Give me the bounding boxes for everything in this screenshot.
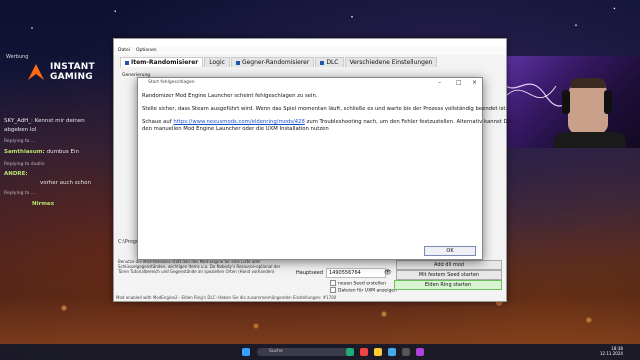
new-seed-checkbox[interactable]: neuen Seed erstellen (330, 280, 386, 287)
chat-message: ANDRE: (4, 171, 28, 177)
tab-label: Item-Randomisierer (131, 59, 199, 66)
tab-icon (125, 60, 129, 65)
chat-message: abgeben lol (4, 127, 36, 133)
ok-button[interactable]: OK (424, 246, 476, 256)
fixed-seed-button[interactable]: Mit festem Seed starten (396, 270, 502, 280)
dialog-text: Schaue auf (142, 119, 174, 125)
uxm-files-checkbox[interactable]: Dateien für UXM anzeigen (330, 287, 397, 294)
dialog-message-1: Randomizer Mod Engine Launcher scheint f… (142, 93, 318, 99)
dialog-text: zum Troubleshooting nach, um den Fehler … (304, 119, 511, 125)
edge-icon[interactable] (388, 348, 396, 356)
close-icon[interactable]: × (472, 78, 477, 88)
windows-taskbar: Suche 18:38 12.11.2024 (0, 344, 640, 360)
eye-icon[interactable]: 👁 (384, 269, 392, 276)
add-dll-mod-button[interactable]: Add dll mod (396, 260, 502, 270)
chat-username: Samthiasum: (4, 149, 47, 155)
chat-text: abgeben lol (4, 127, 37, 133)
tab-enemy-randomizer[interactable]: Gegner-Randomisierer (230, 57, 315, 67)
checkbox-box (330, 280, 336, 286)
game-path-field[interactable]: C:\Progr (118, 239, 138, 245)
checkbox-box (330, 287, 336, 293)
headphone-left-icon (562, 90, 570, 114)
steam-icon[interactable] (402, 348, 410, 356)
dialog-message-2: Stelle sicher, dass Steam ausgeführt wir… (142, 106, 508, 112)
start-elden-ring-button[interactable]: Elden Ring starten (394, 280, 502, 290)
taskbar-search[interactable]: Suche (257, 348, 349, 356)
tab-logic[interactable]: Logic (204, 57, 230, 67)
streamer-hair (570, 78, 606, 88)
clock-date: 12.11.2024 (600, 351, 623, 356)
error-dialog: Start fehlgeschlagen – □ × Randomizer Mo… (137, 77, 511, 260)
checkbox-label: Dateien für UXM anzeigen (338, 288, 397, 294)
description-text: Benutze die Mod-Releases statt den des M… (118, 259, 281, 274)
dialog-titlebar[interactable]: Start fehlgeschlagen – □ × (138, 78, 482, 88)
chat-username: Nirmex (32, 201, 55, 207)
sponsor-name-line2: GAMING (50, 72, 93, 82)
tab-icon (320, 60, 325, 65)
start-icon[interactable] (242, 348, 250, 356)
obs-icon[interactable] (416, 348, 424, 356)
seed-input[interactable]: 1490556764 (326, 268, 386, 278)
window-titlebar[interactable] (114, 39, 506, 47)
menu-options[interactable]: Optionen (136, 47, 157, 55)
seed-label: Hauptseed (296, 270, 324, 276)
sponsor-label: Werbung (6, 54, 29, 60)
sponsor-overlay: Werbung INSTANT GAMING (4, 54, 114, 88)
tab-bar: Item-Randomisierer Logic Gegner-Randomis… (114, 57, 506, 67)
dialog-message-3: Schaue auf https://www.nexusmods.com/eld… (142, 119, 511, 125)
sponsor-name-line1: INSTANT (50, 62, 95, 72)
menu-bar: Datei Optionen (114, 47, 506, 55)
chat-message: vorher auch schon (40, 180, 91, 186)
tab-misc-settings[interactable]: Verschiedene Einstellungen (344, 57, 438, 67)
chat-username: ANDRE: (4, 171, 28, 177)
taskbar-clock[interactable]: 18:38 12.11.2024 (600, 346, 623, 356)
chat-reply-note: Replying to dualis: (4, 162, 46, 167)
chat-reply-note: Replying to ... (4, 191, 36, 196)
tab-icon (235, 60, 240, 65)
dialog-message-4: den manuellen Mod Engine Launcher oder d… (142, 126, 329, 132)
chat-text: dumbus Ein (46, 149, 80, 155)
troubleshooting-link[interactable]: https://www.nexusmods.com/eldenring/mods… (173, 119, 305, 125)
app-icon[interactable] (360, 348, 368, 356)
tab-label: Gegner-Randomisierer (241, 59, 310, 66)
chat-message: Samthiasum: dumbus Ein (4, 149, 79, 155)
instant-gaming-logo-icon (28, 64, 44, 80)
tab-label: Logic (209, 59, 225, 66)
headphone-right-icon (604, 90, 612, 114)
explorer-icon[interactable] (374, 348, 382, 356)
minimize-icon[interactable]: – (438, 78, 441, 88)
chat-message: SKY_AdH_: Kennst mir deinen (4, 118, 85, 124)
taskview-icon[interactable] (346, 348, 354, 356)
streamer-shirt (554, 132, 626, 148)
dialog-title: Start fehlgeschlagen (148, 80, 195, 85)
tab-label: DLC (326, 59, 339, 66)
checkbox-label: neuen Seed erstellen (338, 281, 386, 287)
tab-dlc[interactable]: DLC (315, 57, 344, 67)
tab-item-randomizer[interactable]: Item-Randomisierer (120, 57, 204, 67)
chat-message: Nirmex (32, 201, 54, 207)
chat-reply-note: Replying to ... (4, 139, 36, 144)
status-bar: Mod enabled with ModEngine2 - Elden Ring… (116, 295, 337, 300)
chat-text: SKY_AdH_: Kennst mir deinen (4, 118, 85, 124)
maximize-icon[interactable]: □ (456, 78, 462, 88)
tab-label: Verschiedene Einstellungen (349, 59, 433, 66)
chat-text: vorher auch schon (40, 180, 92, 186)
menu-file[interactable]: Datei (118, 47, 130, 55)
